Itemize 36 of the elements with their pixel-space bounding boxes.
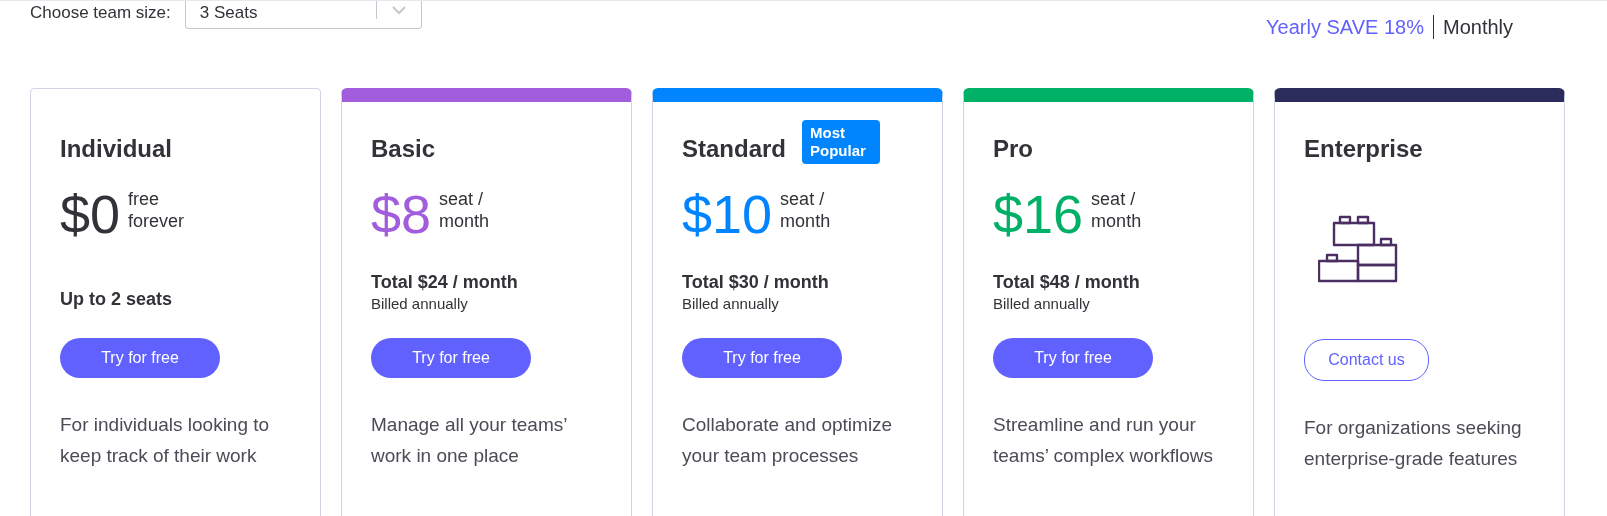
plan-price: $0 <box>60 184 121 244</box>
billing-note: Billed annually <box>682 295 780 312</box>
plan-name: Individual <box>60 135 172 163</box>
chevron-down-icon <box>390 5 407 15</box>
price-unit: free forever <box>128 188 186 232</box>
total-price: Total $30 / month <box>682 272 830 293</box>
try-button[interactable]: Try for free <box>371 338 531 378</box>
plan-name: Pro <box>993 135 1033 163</box>
billing-option[interactable]: Monthly <box>1442 15 1513 39</box>
try-button[interactable]: Try for free <box>682 338 842 378</box>
plan-description: Manage all your teams’ work in one place <box>371 413 568 468</box>
try-button[interactable]: Try for free <box>60 338 220 378</box>
plan-description: For individuals looking to keep track of their work <box>60 413 271 468</box>
plan-name: Enterprise <box>1304 135 1423 163</box>
plan-name: Basic <box>371 135 436 163</box>
team-size-label: Choose team size: <box>30 3 171 23</box>
plan-name: Standard <box>682 135 786 163</box>
price-unit: seat / month <box>439 188 491 232</box>
plan-price: $8 <box>371 184 432 244</box>
total-price: Total $48 / month <box>993 272 1141 293</box>
plan-description: Collaborate and optimize your team processes <box>682 413 894 468</box>
try-button[interactable]: Try for free <box>993 338 1153 378</box>
team-size-dropdown[interactable]: 3 Seats <box>184 1 422 29</box>
total-price: Total $24 / month <box>371 272 519 293</box>
plan-price: $10 <box>682 184 773 244</box>
contact-button[interactable]: Contact us <box>1304 339 1429 381</box>
price-unit: seat / month <box>1091 188 1143 232</box>
seat-limit: Up to 2 seats <box>60 289 174 310</box>
building-blocks-icon <box>1318 215 1398 283</box>
billing-option[interactable]: Yearly SAVE 18% <box>1266 15 1424 39</box>
billing-note: Billed annually <box>993 295 1091 312</box>
plan-description: For organizations seeking enterprise-grade features <box>1304 416 1523 471</box>
billing-note: Billed annually <box>371 295 469 312</box>
plan-price: $16 <box>993 184 1084 244</box>
plan-description: Streamline and run your teams’ complex workflows <box>993 413 1213 468</box>
price-unit: seat / month <box>780 188 832 232</box>
